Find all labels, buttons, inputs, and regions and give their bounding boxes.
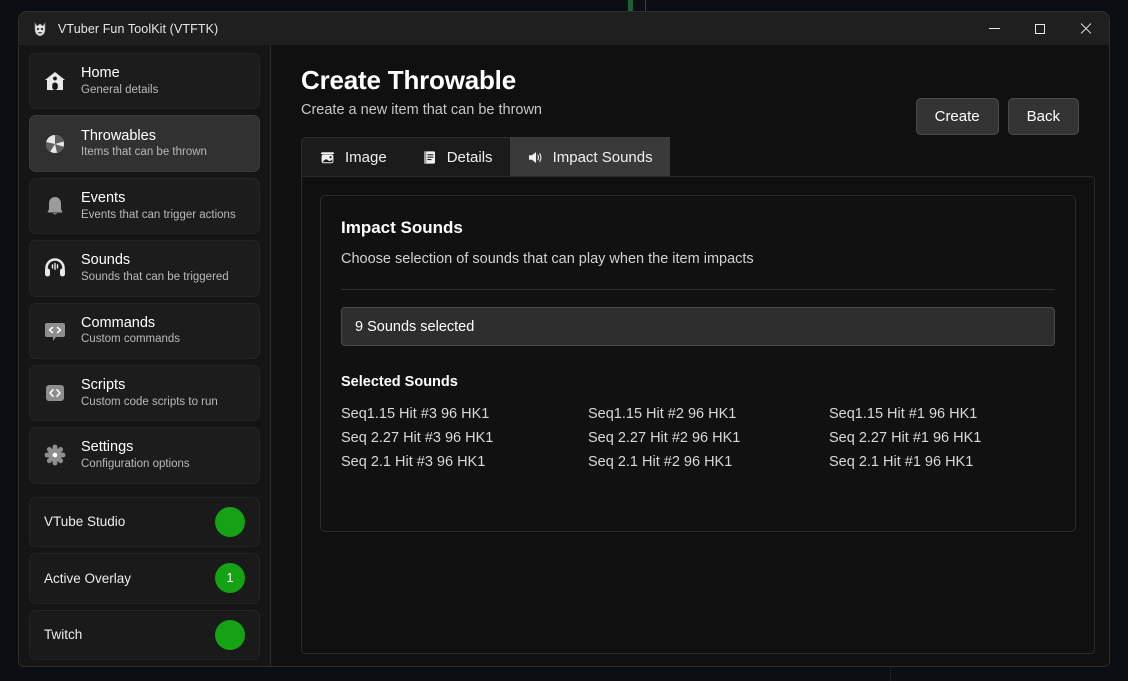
gear-icon xyxy=(42,442,68,468)
sidebar-item-commands[interactable]: Commands Custom commands xyxy=(29,303,260,359)
image-icon xyxy=(319,149,336,166)
card-title: Impact Sounds xyxy=(341,218,1055,238)
bell-icon xyxy=(42,193,68,219)
sidebar-item-sublabel: General details xyxy=(81,84,158,97)
speaker-icon xyxy=(527,149,544,166)
sidebar-item-sublabel: Custom commands xyxy=(81,333,180,346)
sidebar-item-settings[interactable]: Settings Configuration options xyxy=(29,427,260,483)
sidebar-item-label: Throwables xyxy=(81,128,207,145)
sounds-select-value: 9 Sounds selected xyxy=(355,319,474,335)
sidebar-item-sublabel: Sounds that can be triggered xyxy=(81,271,229,284)
status-label: Active Overlay xyxy=(44,571,131,586)
tab-label: Image xyxy=(345,149,387,166)
status-vtube-studio[interactable]: VTube Studio xyxy=(29,497,260,547)
book-icon xyxy=(421,149,438,166)
back-button[interactable]: Back xyxy=(1008,98,1079,135)
sidebar-item-label: Scripts xyxy=(81,377,218,394)
page-title: Create Throwable xyxy=(301,65,1079,96)
tab-panel: Impact Sounds Choose selection of sounds… xyxy=(301,176,1095,654)
sidebar-item-label: Commands xyxy=(81,315,180,332)
home-icon xyxy=(42,68,68,94)
close-icon[interactable] xyxy=(1063,12,1109,45)
sounds-select[interactable]: 9 Sounds selected xyxy=(341,307,1055,346)
create-button[interactable]: Create xyxy=(916,98,999,135)
status-label: Twitch xyxy=(44,627,82,642)
sidebar-item-label: Home xyxy=(81,65,158,82)
impact-sounds-card: Impact Sounds Choose selection of sounds… xyxy=(320,195,1076,532)
app-window: VTuber Fun ToolKit (VTFTK) Home xyxy=(18,11,1110,667)
card-subtitle: Choose selection of sounds that can play… xyxy=(341,251,1055,267)
sidebar-item-sublabel: Items that can be thrown xyxy=(81,146,207,159)
sidebar: Home General details Throwables Items th… xyxy=(19,45,271,666)
tab-bar: Image Details xyxy=(301,137,1109,176)
title-bar[interactable]: VTuber Fun ToolKit (VTFTK) xyxy=(19,12,1109,45)
sound-item: Seq 2.27 Hit #1 96 HK1 xyxy=(829,430,1055,446)
tab-label: Impact Sounds xyxy=(553,149,653,166)
headphones-icon xyxy=(42,255,68,281)
status-label: VTube Studio xyxy=(44,514,125,529)
sidebar-item-sounds[interactable]: Sounds Sounds that can be triggered xyxy=(29,240,260,296)
sound-item: Seq 2.1 Hit #2 96 HK1 xyxy=(588,454,829,470)
main-content: Create Throwable Create a new item that … xyxy=(271,45,1109,666)
tab-impact-sounds[interactable]: Impact Sounds xyxy=(510,137,670,176)
tab-image[interactable]: Image xyxy=(301,137,404,176)
sidebar-item-events[interactable]: Events Events that can trigger actions xyxy=(29,178,260,234)
status-active-overlay[interactable]: Active Overlay 1 xyxy=(29,553,260,603)
code-square-icon xyxy=(42,380,68,406)
window-title: VTuber Fun ToolKit (VTFTK) xyxy=(58,22,218,36)
sidebar-item-label: Settings xyxy=(81,439,190,456)
sidebar-item-label: Events xyxy=(81,190,236,207)
selected-sounds-heading: Selected Sounds xyxy=(341,374,1055,390)
window-controls xyxy=(971,12,1109,45)
sound-item: Seq 2.1 Hit #3 96 HK1 xyxy=(341,454,588,470)
sound-item: Seq1.15 Hit #1 96 HK1 xyxy=(829,406,1055,422)
selected-sounds-grid: Seq1.15 Hit #3 96 HK1 Seq1.15 Hit #2 96 … xyxy=(341,406,1055,470)
sound-item: Seq 2.27 Hit #2 96 HK1 xyxy=(588,430,829,446)
maximize-icon[interactable] xyxy=(1017,12,1063,45)
status-badge xyxy=(215,507,245,537)
sound-item: Seq1.15 Hit #2 96 HK1 xyxy=(588,406,829,422)
status-badge: 1 xyxy=(215,563,245,593)
status-twitch[interactable]: Twitch xyxy=(29,610,260,660)
sidebar-item-throwables[interactable]: Throwables Items that can be thrown xyxy=(29,115,260,171)
header-actions: Create Back xyxy=(916,98,1079,135)
sound-item: Seq 2.27 Hit #3 96 HK1 xyxy=(341,430,588,446)
sidebar-item-scripts[interactable]: Scripts Custom code scripts to run xyxy=(29,365,260,421)
tab-details[interactable]: Details xyxy=(404,137,510,176)
sidebar-item-sublabel: Events that can trigger actions xyxy=(81,209,236,222)
sidebar-item-sublabel: Custom code scripts to run xyxy=(81,396,218,409)
desktop-background: VTuber Fun ToolKit (VTFTK) Home xyxy=(0,0,1128,681)
sound-item: Seq1.15 Hit #3 96 HK1 xyxy=(341,406,588,422)
sidebar-item-label: Sounds xyxy=(81,252,229,269)
sound-item: Seq 2.1 Hit #1 96 HK1 xyxy=(829,454,1055,470)
status-badge xyxy=(215,620,245,650)
sidebar-item-home[interactable]: Home General details xyxy=(29,53,260,109)
code-bubble-icon xyxy=(42,318,68,344)
tab-label: Details xyxy=(447,149,493,166)
vtftk-logo-icon xyxy=(32,21,48,37)
card-divider xyxy=(341,289,1055,290)
ball-icon xyxy=(42,131,68,157)
sidebar-item-sublabel: Configuration options xyxy=(81,458,190,471)
minimize-icon[interactable] xyxy=(971,12,1017,45)
